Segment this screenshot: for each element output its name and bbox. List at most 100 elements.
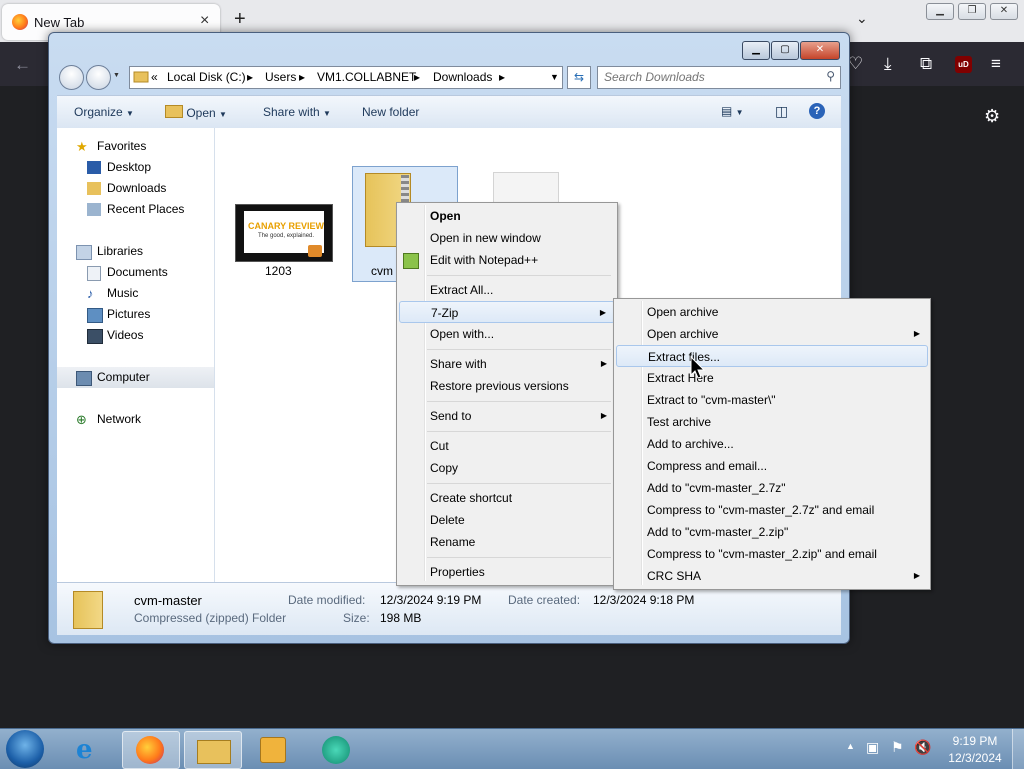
clock-date[interactable]: 12/3/2024	[944, 751, 1006, 765]
search-icon[interactable]: ⚲	[826, 69, 835, 83]
menu-item-open-with[interactable]: Open with...	[399, 323, 615, 345]
new-tab-button[interactable]: +	[234, 8, 246, 31]
nav-label: Pictures	[107, 307, 151, 321]
browser-close-button[interactable]: ✕	[990, 3, 1018, 20]
menu-item-copy[interactable]: Copy	[399, 457, 615, 479]
back-button[interactable]	[59, 65, 84, 90]
menu-item-send-to[interactable]: Send to ▶	[399, 405, 615, 427]
taskbar-app-icon[interactable]	[310, 731, 366, 767]
nav-item-recent-places[interactable]: Recent Places	[57, 199, 214, 220]
breadcrumb-item[interactable]: VM1.COLLABNET	[317, 70, 416, 84]
forward-button[interactable]	[86, 65, 111, 90]
nav-item-videos[interactable]: Videos	[57, 325, 214, 346]
pocket-icon[interactable]: ♡	[848, 54, 863, 74]
share-with-button[interactable]: Share with ▼	[263, 105, 331, 119]
breadcrumb-overflow-icon[interactable]: «	[151, 70, 158, 84]
menu-item-7zip[interactable]: 7-Zip ▶	[399, 301, 615, 323]
action-center-flag-icon[interactable]: ⚑	[891, 739, 904, 756]
menu-hamburger-icon[interactable]: ≡	[991, 54, 1001, 74]
submenu-item-compress-email[interactable]: Compress and email...	[616, 455, 928, 477]
back-arrow-icon[interactable]: ←	[14, 55, 31, 75]
settings-gear-icon[interactable]: ⚙	[984, 106, 1000, 127]
submenu-item-compress-7z-email[interactable]: Compress to "cvm-master_2.7z" and email	[616, 499, 928, 521]
close-button[interactable]: ✕	[800, 41, 840, 60]
nav-item-downloads[interactable]: Downloads	[57, 178, 214, 199]
breadcrumb-separator-icon[interactable]: ▸	[499, 70, 505, 84]
address-bar[interactable]: « Local Disk (C:) ▸ Users ▸ VM1.COLLABNE…	[129, 66, 563, 89]
maximize-button[interactable]: ▢	[771, 41, 799, 60]
nav-item-pictures[interactable]: Pictures	[57, 304, 214, 325]
submenu-item-add-to-archive[interactable]: Add to archive...	[616, 433, 928, 455]
taskbar-firefox-icon[interactable]	[122, 731, 180, 769]
view-options-icon[interactable]: ▤ ▼	[721, 104, 744, 118]
video-thumbnail[interactable]: CANARY REVIEW The good, explained.	[235, 204, 333, 262]
breadcrumb-item[interactable]: Downloads	[433, 70, 492, 84]
recent-pages-chevron-icon[interactable]: ▼	[113, 72, 120, 79]
breadcrumb-separator-icon[interactable]: ▸	[247, 70, 253, 84]
submenu-item-add-to-zip[interactable]: Add to "cvm-master_2.zip"	[616, 521, 928, 543]
submenu-item-open-archive[interactable]: Open archive	[616, 301, 928, 323]
nav-item-documents[interactable]: Documents	[57, 262, 214, 283]
menu-item-share-with[interactable]: Share with ▶	[399, 353, 615, 375]
show-desktop-button[interactable]	[1012, 729, 1024, 769]
nav-network[interactable]: ⊕ Network	[57, 409, 214, 430]
submenu-item-compress-zip-email[interactable]: Compress to "cvm-master_2.zip" and email	[616, 543, 928, 565]
menu-item-edit-notepadpp[interactable]: Edit with Notepad++	[399, 249, 615, 271]
volume-muted-icon[interactable]: 🔇	[914, 739, 931, 756]
menu-item-open-new-window[interactable]: Open in new window	[399, 227, 615, 249]
menu-item-create-shortcut[interactable]: Create shortcut	[399, 487, 615, 509]
start-button[interactable]	[6, 730, 44, 768]
submenu-arrow-icon: ▶	[913, 329, 920, 338]
nav-item-desktop[interactable]: Desktop	[57, 157, 214, 178]
menu-item-open[interactable]: Open	[399, 205, 615, 227]
downloads-icon[interactable]: ⤓	[884, 54, 892, 74]
nav-libraries[interactable]: Libraries	[57, 241, 214, 262]
desktop-icon	[87, 161, 101, 174]
submenu-item-extract-here[interactable]: Extract Here	[616, 367, 928, 389]
breadcrumb-item[interactable]: Users	[265, 70, 296, 84]
address-dropdown-icon[interactable]: ▼	[550, 72, 559, 82]
tab-close-icon[interactable]: ×	[200, 12, 209, 30]
submenu-arrow-icon: ▶	[600, 411, 607, 420]
minimize-button[interactable]: ▁	[742, 41, 770, 60]
refresh-icon[interactable]: ⇆	[567, 66, 591, 89]
clock-time[interactable]: 9:19 PM	[950, 734, 1000, 748]
taskbar-explorer-icon[interactable]	[184, 731, 242, 769]
ublock-icon[interactable]: uD	[955, 56, 972, 73]
menu-item-label: Send to	[430, 409, 472, 423]
submenu-item-extract-files[interactable]: Extract files...	[616, 345, 928, 367]
submenu-item-test-archive[interactable]: Test archive	[616, 411, 928, 433]
menu-item-extract-all[interactable]: Extract All...	[399, 279, 615, 301]
list-tabs-icon[interactable]: ⌄	[856, 10, 868, 27]
breadcrumb-separator-icon[interactable]: ▸	[299, 70, 305, 84]
search-input[interactable]	[602, 69, 816, 85]
submenu-item-open-archive-type[interactable]: Open archive ▶	[616, 323, 928, 345]
menu-item-rename[interactable]: Rename	[399, 531, 615, 553]
nav-item-music[interactable]: ♪ Music	[57, 283, 214, 304]
submenu-item-crc-sha[interactable]: CRC SHA ▶	[616, 565, 928, 587]
new-folder-button[interactable]: New folder	[362, 105, 419, 119]
nav-computer[interactable]: Computer	[57, 367, 214, 388]
taskbar-media-player-icon[interactable]	[246, 731, 302, 767]
breadcrumb-separator-icon[interactable]: ▸	[414, 70, 420, 84]
search-box[interactable]: ⚲	[597, 66, 841, 89]
help-icon[interactable]: ?	[809, 103, 825, 119]
menu-item-restore-previous-versions[interactable]: Restore previous versions	[399, 375, 615, 397]
organize-button[interactable]: Organize ▼	[74, 105, 134, 119]
network-tray-icon[interactable]: ▣	[866, 739, 879, 756]
submenu-item-extract-to-folder[interactable]: Extract to "cvm-master\"	[616, 389, 928, 411]
preview-pane-icon[interactable]: ◫	[775, 103, 788, 120]
taskbar-ie-icon[interactable]: e	[62, 731, 118, 767]
extensions-icon[interactable]: ⧉	[920, 54, 932, 74]
open-button[interactable]: Open ▼	[165, 105, 227, 120]
show-hidden-icons-icon[interactable]: ▲	[846, 741, 855, 751]
submenu-item-add-to-7z[interactable]: Add to "cvm-master_2.7z"	[616, 477, 928, 499]
breadcrumb-item[interactable]: Local Disk (C:)	[167, 70, 246, 84]
nav-favorites[interactable]: ★ Favorites	[57, 136, 214, 157]
menu-item-properties[interactable]: Properties	[399, 561, 615, 583]
menu-item-delete[interactable]: Delete	[399, 509, 615, 531]
details-modified-value: 12/3/2024 9:19 PM	[380, 593, 482, 607]
browser-restore-button[interactable]: ❐	[958, 3, 986, 20]
menu-item-cut[interactable]: Cut	[399, 435, 615, 457]
browser-minimize-button[interactable]: ▁	[926, 3, 954, 20]
